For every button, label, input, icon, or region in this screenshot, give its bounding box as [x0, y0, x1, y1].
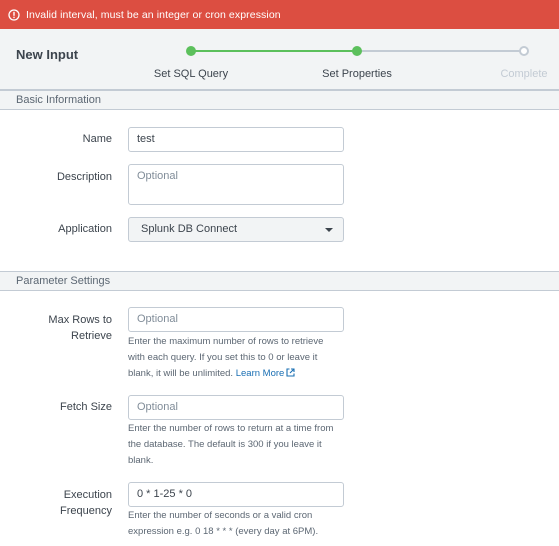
application-label: Application — [58, 223, 112, 235]
fetch-size-help-line2: the database. The default is 300 if you … — [128, 439, 322, 450]
learn-more-text: Learn More — [235, 368, 285, 379]
max-rows-input[interactable]: Optional — [128, 307, 344, 332]
page-title: New Input — [16, 47, 79, 62]
step-label-set-sql-query: Set SQL Query — [153, 68, 229, 80]
fetch-size-label: Fetch Size — [60, 401, 112, 413]
max-rows-label: Max Rows to Retrieve — [0, 312, 112, 344]
execution-frequency-label-line1: Execution — [63, 489, 112, 501]
error-banner: Invalid interval, must be an integer or … — [0, 0, 559, 29]
step-dot-set-properties — [352, 46, 362, 56]
fetch-size-input[interactable]: Optional — [128, 395, 344, 420]
learn-more-link[interactable]: Learn More — [236, 368, 296, 379]
max-rows-help-line2: with each query. If you set this to 0 or… — [128, 352, 318, 363]
error-message: Invalid interval, must be an integer or … — [26, 8, 281, 21]
caret-down-icon — [325, 228, 333, 232]
max-rows-label-line2: Retrieve — [71, 330, 112, 342]
name-input[interactable]: test — [128, 127, 344, 152]
max-rows-help-line3-text: blank, it will be unlimited. — [128, 368, 234, 379]
section-header-parameter-settings: Parameter Settings — [0, 271, 559, 291]
section-header-basic-information: Basic Information — [0, 90, 559, 110]
progress-track-pending — [357, 50, 524, 52]
step-dot-complete — [519, 46, 529, 56]
fetch-size-help-line1: Enter the number of rows to return at a … — [128, 423, 334, 434]
progress-track-complete — [191, 50, 357, 52]
external-link-icon — [286, 367, 295, 383]
fetch-size-help: Enter the number of rows to return at a … — [128, 421, 344, 469]
execution-frequency-label-line2: Frequency — [60, 505, 112, 517]
fetch-size-help-line3: blank. — [128, 455, 154, 466]
execution-frequency-help-line1: Enter the number of seconds or a valid c… — [128, 510, 313, 521]
execution-frequency-help: Enter the number of seconds or a valid c… — [128, 508, 344, 540]
application-select-value: Splunk DB Connect — [141, 223, 237, 235]
max-rows-help: Enter the maximum number of rows to retr… — [128, 334, 344, 383]
execution-frequency-input[interactable]: 0 * 1-25 * 0 — [128, 482, 344, 507]
description-textarea[interactable]: Optional — [128, 164, 344, 205]
step-label-complete: Complete — [500, 68, 548, 80]
wizard-header: New Input Set SQL Query Set Properties C… — [0, 29, 559, 90]
execution-frequency-help-line2: expression e.g. 0 18 * * * (every day at… — [128, 526, 319, 537]
description-label: Description — [56, 171, 112, 183]
max-rows-label-line1: Max Rows to — [48, 314, 112, 326]
application-select[interactable]: Splunk DB Connect — [128, 217, 344, 242]
warning-icon — [8, 8, 20, 21]
name-label: Name — [82, 133, 112, 145]
max-rows-help-line3: blank, it will be unlimited. Learn More — [128, 366, 344, 383]
execution-frequency-label: Execution Frequency — [0, 487, 112, 519]
max-rows-help-line1: Enter the maximum number of rows to retr… — [128, 336, 324, 347]
step-label-set-properties: Set Properties — [322, 68, 392, 80]
step-dot-set-sql-query — [186, 46, 196, 56]
